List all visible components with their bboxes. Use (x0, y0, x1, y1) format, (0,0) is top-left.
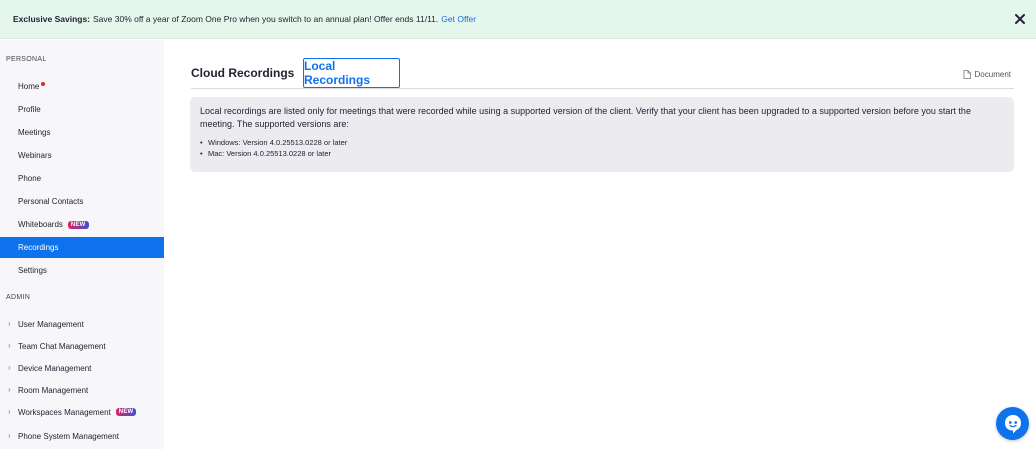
sidebar-item-meetings[interactable]: Meetings (0, 122, 164, 143)
personal-section-title: PERSONAL (6, 56, 47, 63)
sidebar-item-label: Workspaces Management (18, 407, 111, 417)
sidebar-item-settings[interactable]: Settings (0, 260, 164, 281)
chevron-right-icon: › (8, 385, 11, 394)
sidebar-item-label: Whiteboards (18, 220, 63, 229)
new-badge: NEW (115, 408, 137, 416)
sidebar-item-label: Team Chat Management (18, 341, 106, 351)
sidebar-item-profile[interactable]: Profile (0, 99, 164, 120)
sidebar-item-user-management[interactable]: › User Management (0, 314, 164, 334)
promo-text: Save 30% off a year of Zoom One Pro when… (93, 14, 439, 24)
sidebar-item-workspaces-management[interactable]: › Workspaces Management NEW (0, 402, 164, 422)
sidebar-item-device-management[interactable]: › Device Management (0, 358, 164, 378)
document-icon (963, 70, 971, 79)
admin-section-title: ADMIN (6, 294, 31, 301)
sidebar: PERSONAL Home Profile Meetings Webinars … (0, 40, 164, 449)
chat-bot-icon (1004, 414, 1021, 433)
sidebar-item-personal-contacts[interactable]: Personal Contacts (0, 191, 164, 212)
list-item: Windows: Version 4.0.25513.0228 or later (200, 137, 1004, 148)
sidebar-item-recordings[interactable]: Recordings (0, 237, 164, 258)
chevron-right-icon: › (8, 363, 11, 372)
chevron-right-icon: › (8, 431, 11, 440)
info-text: Local recordings are listed only for mee… (200, 106, 971, 129)
sidebar-item-label: Room Management (18, 385, 89, 395)
sidebar-item-label: Settings (18, 266, 47, 275)
sidebar-item-room-management[interactable]: › Room Management (0, 380, 164, 400)
sidebar-item-phone[interactable]: Phone (0, 168, 164, 189)
close-icon[interactable] (1012, 11, 1028, 27)
sidebar-item-team-chat-management[interactable]: › Team Chat Management (0, 336, 164, 356)
recordings-tabs: Cloud Recordings Local Recordings Docume… (191, 58, 1014, 89)
notification-dot (41, 81, 46, 86)
chevron-right-icon: › (8, 319, 11, 328)
promo-heading: Exclusive Savings: (13, 14, 91, 24)
support-chat-button[interactable] (996, 407, 1029, 440)
sidebar-item-label: Home (18, 82, 40, 91)
sidebar-item-home[interactable]: Home (0, 76, 164, 97)
document-link-label: Document (974, 70, 1011, 79)
sidebar-item-webinars[interactable]: Webinars (0, 145, 164, 166)
sidebar-item-label: Meetings (18, 128, 51, 137)
local-recordings-info: Local recordings are listed only for mee… (190, 97, 1014, 172)
supported-versions-list: Windows: Version 4.0.25513.0228 or later… (200, 137, 1004, 159)
sidebar-item-label: Recordings (18, 243, 59, 252)
sidebar-item-label: Phone System Management (18, 431, 119, 441)
sidebar-item-label: Device Management (18, 363, 92, 373)
new-badge: NEW (67, 220, 89, 229)
sidebar-item-label: Profile (18, 105, 41, 114)
sidebar-item-label: User Management (18, 319, 84, 329)
promo-banner: Exclusive Savings: Save 30% off a year o… (0, 0, 1036, 39)
sidebar-item-whiteboards[interactable]: Whiteboards NEW (0, 214, 164, 235)
tab-cloud-recordings[interactable]: Cloud Recordings (191, 58, 294, 88)
sidebar-item-label: Phone (18, 174, 42, 183)
chevron-right-icon: › (8, 341, 11, 350)
sidebar-item-label: Webinars (18, 151, 52, 160)
chevron-right-icon: › (8, 407, 11, 416)
get-offer-link[interactable]: Get Offer (441, 14, 476, 24)
sidebar-item-phone-system-management[interactable]: › Phone System Management (0, 426, 164, 446)
tab-local-recordings[interactable]: Local Recordings (303, 58, 400, 88)
sidebar-item-label: Personal Contacts (18, 197, 84, 206)
list-item: Mac: Version 4.0.25513.0228 or later (200, 148, 1004, 159)
document-link[interactable]: Document (963, 70, 1011, 79)
